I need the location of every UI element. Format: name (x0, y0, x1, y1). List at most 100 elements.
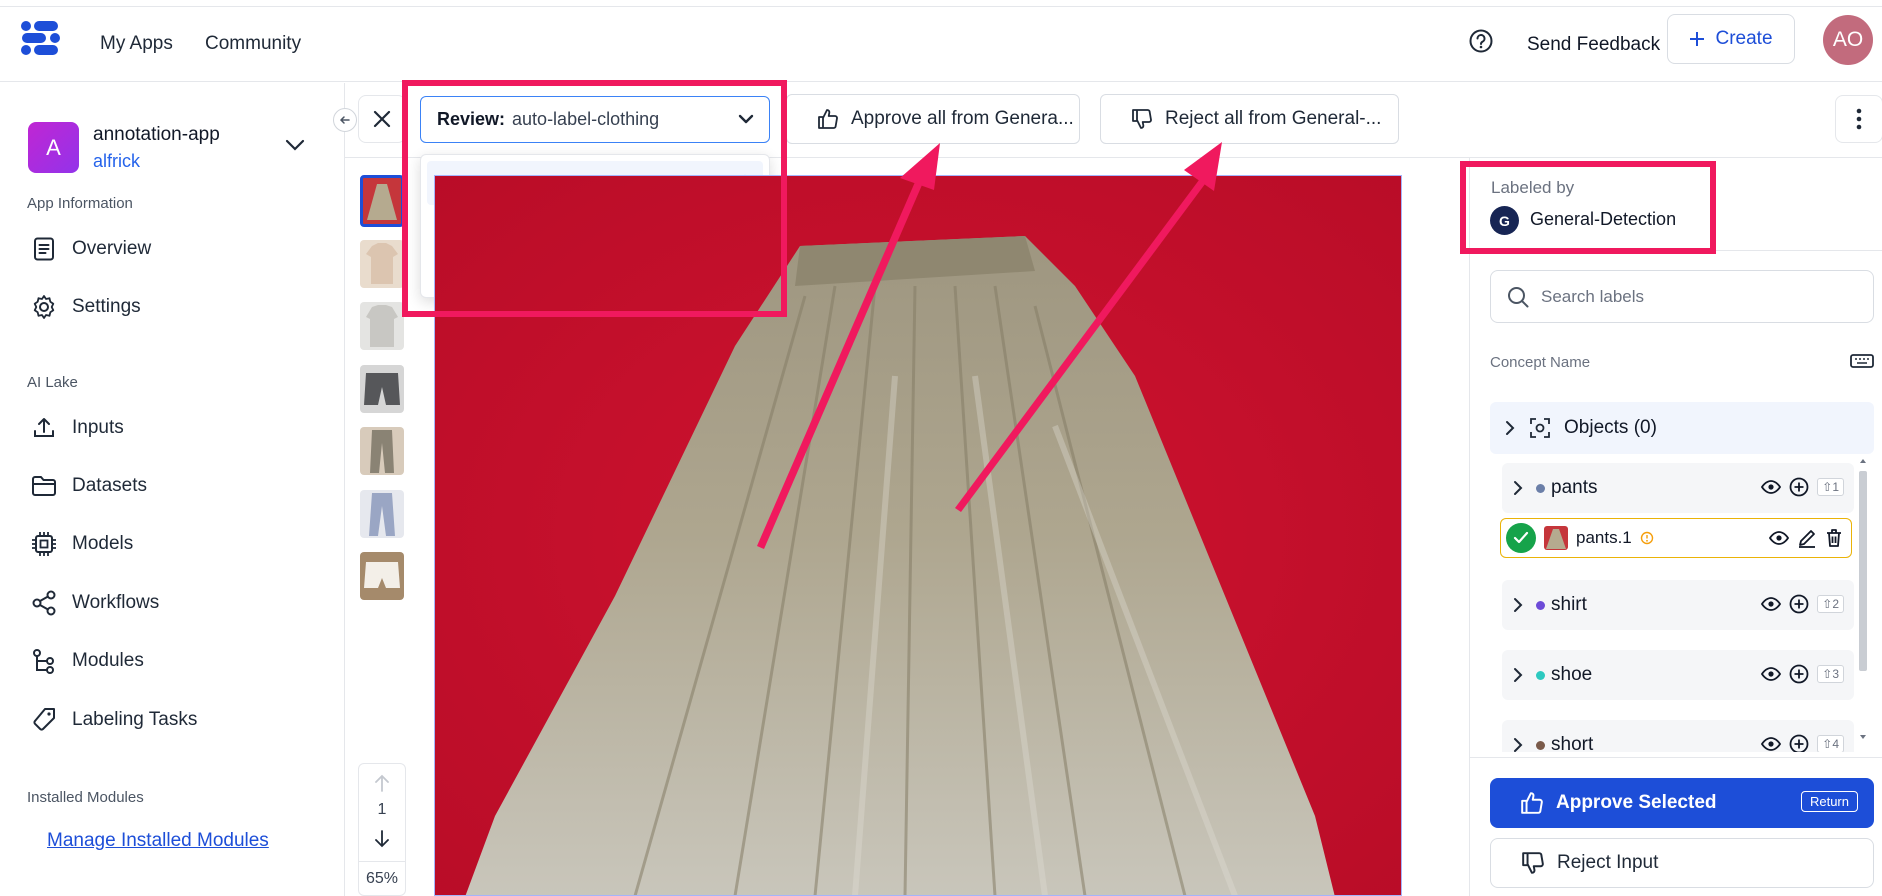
sidebar-item-settings[interactable]: Settings (30, 291, 141, 323)
sidebar-item-workflows[interactable]: Workflows (30, 587, 159, 619)
add-circle-icon[interactable] (1789, 477, 1809, 497)
tree-icon (30, 647, 58, 675)
sidebar-item-label: Labeling Tasks (72, 709, 198, 730)
approve-all-label: Approve all from Genera... (851, 108, 1074, 129)
nav-my-apps[interactable]: My Apps (100, 33, 173, 55)
sidebar-item-datasets[interactable]: Datasets (30, 470, 147, 502)
reject-input-button[interactable]: Reject Input (1490, 838, 1874, 888)
add-circle-icon[interactable] (1789, 664, 1809, 684)
vertical-dots-icon (1856, 108, 1862, 130)
tag-icon (30, 706, 58, 734)
keyboard-icon[interactable] (1850, 353, 1874, 369)
eye-icon[interactable] (1761, 480, 1782, 494)
gear-icon (30, 293, 58, 321)
page-number: 1 (377, 801, 387, 818)
more-options-button[interactable] (1835, 95, 1882, 143)
eye-icon[interactable] (1761, 737, 1782, 751)
arrow-up-icon[interactable] (374, 774, 390, 792)
search-labels-input[interactable] (1541, 286, 1841, 307)
thumbnail-white-shorts[interactable] (360, 552, 404, 600)
sidebar-item-labeling-tasks[interactable]: Labeling Tasks (30, 704, 197, 736)
collapse-sidebar-button[interactable] (333, 108, 357, 132)
page-navigator: 1 65% (358, 763, 406, 896)
upload-icon (30, 414, 58, 442)
manage-installed-modules-link[interactable]: Manage Installed Modules (47, 830, 269, 852)
labeler-name: General-Detection (1530, 209, 1677, 229)
eye-icon[interactable] (1761, 597, 1782, 611)
user-avatar[interactable]: AO (1823, 15, 1873, 65)
share-nodes-icon (30, 589, 58, 617)
close-icon (373, 110, 391, 128)
concept-row-shirt[interactable]: shirt ⇧2 (1502, 580, 1854, 630)
sidebar-item-label: Inputs (72, 417, 124, 438)
create-button[interactable]: Create (1667, 14, 1795, 64)
eye-icon[interactable] (1761, 667, 1782, 681)
chevron-down-icon[interactable] (284, 138, 306, 152)
left-sidebar: A annotation-app alfrick App Information… (0, 83, 345, 896)
thumbnail-pants-beige[interactable] (360, 427, 404, 475)
sidebar-item-modules[interactable]: Modules (30, 645, 144, 677)
concept-row-shoe[interactable]: shoe ⇧3 (1502, 650, 1854, 700)
annotation-row-pants-1[interactable]: pants.1 (1500, 518, 1852, 558)
sidebar-item-label: Modules (72, 650, 144, 671)
chevron-right-icon (1512, 480, 1524, 496)
sidebar-item-label: Workflows (72, 592, 160, 613)
sidebar-item-models[interactable]: Models (30, 528, 133, 560)
review-select[interactable]: Review: auto-label-clothing (420, 96, 770, 143)
approve-selected-button[interactable]: Approve Selected Return (1490, 778, 1874, 828)
eye-icon[interactable] (1769, 531, 1789, 545)
shortcut-badge: ⇧1 (1817, 478, 1844, 496)
thumbnail-jacket[interactable] (360, 302, 404, 350)
concept-color-dot (1536, 670, 1545, 680)
thumbs-down-icon (1131, 108, 1153, 130)
concept-name: short (1551, 734, 1594, 752)
shortcut-badge: ⇧2 (1817, 595, 1844, 613)
search-labels-box[interactable] (1490, 270, 1874, 323)
close-button[interactable] (358, 95, 406, 143)
clarifai-logo[interactable] (18, 18, 64, 58)
objects-group-row[interactable]: Objects (0) (1490, 402, 1874, 454)
info-icon[interactable] (1640, 531, 1654, 545)
labeled-by-label: Labeled by (1491, 178, 1575, 197)
app-user-link[interactable]: alfrick (93, 151, 140, 172)
concept-row-short[interactable]: short ⇧4 (1502, 720, 1854, 752)
pencil-icon[interactable] (1797, 528, 1817, 548)
approved-check-icon[interactable] (1506, 523, 1536, 553)
arrow-down-icon[interactable] (374, 830, 390, 848)
concept-list-clip: short ⇧4 (1502, 720, 1854, 752)
sidebar-item-label: Settings (72, 296, 141, 317)
chevron-right-icon (1512, 737, 1524, 752)
sidebar-item-overview[interactable]: Overview (30, 233, 151, 265)
help-icon[interactable] (1468, 28, 1494, 54)
thumbnail-skirt[interactable] (360, 175, 404, 227)
nav-community[interactable]: Community (205, 33, 301, 55)
sidebar-item-inputs[interactable]: Inputs (30, 412, 124, 444)
shortcut-badge: ⇧4 (1817, 735, 1844, 752)
add-circle-icon[interactable] (1789, 594, 1809, 614)
right-panel-divider (1469, 158, 1470, 896)
object-detect-icon (1530, 418, 1550, 438)
concept-list-scrollbar[interactable] (1857, 455, 1869, 745)
folder-icon (30, 472, 58, 500)
thumbnail-pants-blue[interactable] (360, 490, 404, 538)
concept-row-pants[interactable]: pants ⇧1 (1502, 463, 1854, 513)
reject-all-button[interactable]: Reject all from General-... (1100, 94, 1399, 144)
concept-name: pants (1551, 477, 1598, 498)
approve-selected-label: Approve Selected (1556, 792, 1717, 813)
return-key-badge: Return (1800, 791, 1858, 812)
section-installed-modules: Installed Modules (27, 789, 144, 806)
add-circle-icon[interactable] (1789, 734, 1809, 752)
main-image-canvas[interactable] (434, 175, 1402, 896)
concept-name-header: Concept Name (1490, 354, 1591, 371)
thumbnail-shorts[interactable] (360, 365, 404, 413)
app-name[interactable]: annotation-app (93, 124, 220, 146)
trash-icon[interactable] (1825, 528, 1843, 548)
thumbnail-shirt[interactable] (360, 240, 404, 288)
document-icon (30, 235, 58, 263)
concept-color-dot (1536, 600, 1545, 610)
zoom-level[interactable]: 65% (359, 861, 405, 895)
approve-all-button[interactable]: Approve all from Genera... (786, 94, 1080, 144)
review-prefix: Review: (437, 109, 506, 129)
review-value: auto-label-clothing (512, 109, 660, 129)
send-feedback-link[interactable]: Send Feedback (1527, 34, 1660, 56)
